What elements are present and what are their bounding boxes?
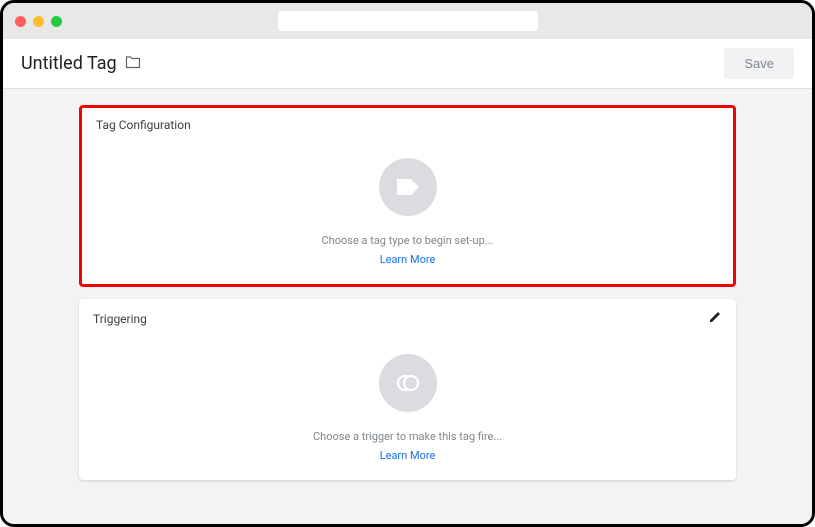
maximize-window-icon[interactable] — [51, 16, 62, 27]
window-controls — [15, 16, 62, 27]
tag-title[interactable]: Untitled Tag — [21, 53, 117, 74]
save-button[interactable]: Save — [724, 48, 794, 79]
tag-configuration-card[interactable]: Tag Configuration Choose a tag type to b… — [79, 105, 736, 287]
cards-container: Tag Configuration Choose a tag type to b… — [3, 89, 812, 524]
card-title: Triggering — [93, 312, 147, 326]
folder-icon[interactable] — [125, 54, 141, 73]
app-window: Untitled Tag Save Tag Configuration — [0, 0, 815, 527]
content-area: Untitled Tag Save Tag Configuration — [3, 39, 812, 524]
close-window-icon[interactable] — [15, 16, 26, 27]
pencil-icon[interactable] — [708, 309, 722, 328]
triggering-prompt: Choose a trigger to make this tag fire..… — [313, 430, 502, 443]
tag-config-learn-more-link[interactable]: Learn More — [380, 253, 436, 266]
minimize-window-icon[interactable] — [33, 16, 44, 27]
triggering-card[interactable]: Triggering Choose a trigger to — [79, 299, 736, 480]
card-header: Triggering — [93, 309, 722, 328]
address-bar[interactable] — [278, 11, 538, 31]
card-body: Choose a trigger to make this tag fire..… — [93, 328, 722, 462]
trigger-icon — [379, 354, 437, 412]
tag-type-icon — [379, 158, 437, 216]
card-title: Tag Configuration — [96, 118, 191, 132]
titlebar — [3, 3, 812, 39]
card-header: Tag Configuration — [96, 118, 719, 132]
triggering-learn-more-link[interactable]: Learn More — [380, 449, 436, 462]
card-body: Choose a tag type to begin set-up... Lea… — [96, 132, 719, 266]
tag-config-prompt: Choose a tag type to begin set-up... — [322, 234, 494, 247]
page-header: Untitled Tag Save — [3, 39, 812, 89]
header-left: Untitled Tag — [21, 53, 141, 74]
